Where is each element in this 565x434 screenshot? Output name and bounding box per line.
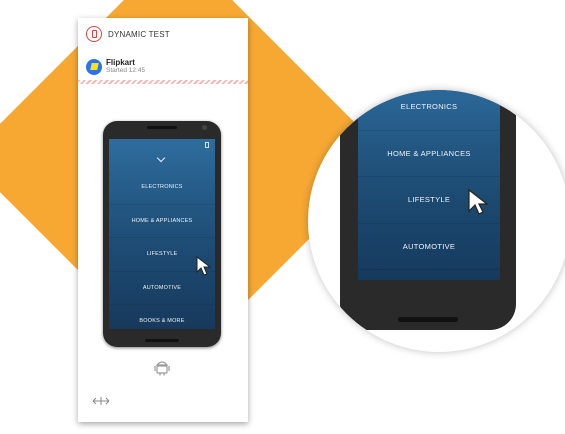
mouse-cursor-icon <box>196 255 212 276</box>
app-info[interactable]: Flipkart Started 12:45 <box>86 58 145 75</box>
menu-item-books-more[interactable]: BOOKS & MORE <box>109 305 215 329</box>
phone-camera <box>202 125 207 130</box>
battery-icon <box>205 142 209 148</box>
zoomed-item-electronics: ELECTRONICS <box>358 90 500 131</box>
resize-icon[interactable] <box>92 396 110 406</box>
stage: DYNAMIC TEST Flipkart Started 12:45 ELEC… <box>0 0 565 434</box>
app-name: Flipkart <box>106 58 135 67</box>
zoomed-screen: ELECTRONICS HOME & APPLIANCES LIFESTYLE … <box>358 90 500 280</box>
zoomed-item-home-appliances: HOME & APPLIANCES <box>358 131 500 177</box>
hatched-divider <box>78 80 248 84</box>
panel-header: DYNAMIC TEST <box>86 26 170 42</box>
panel-title: DYNAMIC TEST <box>108 29 170 39</box>
zoomed-category-menu: ELECTRONICS HOME & APPLIANCES LIFESTYLE … <box>358 90 500 280</box>
phone-bottom-speaker <box>145 339 179 342</box>
category-menu: ELECTRONICS HOME & APPLIANCES LIFESTYLE … <box>109 171 215 329</box>
menu-item-home-appliances[interactable]: HOME & APPLIANCES <box>109 205 215 238</box>
chevron-down-icon[interactable] <box>156 153 166 163</box>
phone-speaker <box>147 126 177 129</box>
menu-item-electronics[interactable]: ELECTRONICS <box>109 171 215 205</box>
zoomed-phone-speaker <box>398 317 458 322</box>
test-panel: DYNAMIC TEST Flipkart Started 12:45 ELEC… <box>78 18 248 422</box>
flipkart-logo-icon <box>86 58 102 75</box>
hourglass-logo-icon <box>86 26 102 42</box>
zoomed-item-automotive: AUTOMOTIVE <box>358 224 500 270</box>
zoomed-cursor-icon <box>468 188 489 215</box>
device-screen[interactable]: ELECTRONICS HOME & APPLIANCES LIFESTYLE … <box>109 139 215 329</box>
device-preview: ELECTRONICS HOME & APPLIANCES LIFESTYLE … <box>103 121 221 347</box>
android-icon <box>154 361 170 376</box>
app-start-time: Started 12:45 <box>106 67 146 74</box>
zoomed-item-books-more: BOOKS & MORE <box>358 270 500 280</box>
magnifier-circle: ELECTRONICS HOME & APPLIANCES LIFESTYLE … <box>308 90 565 352</box>
